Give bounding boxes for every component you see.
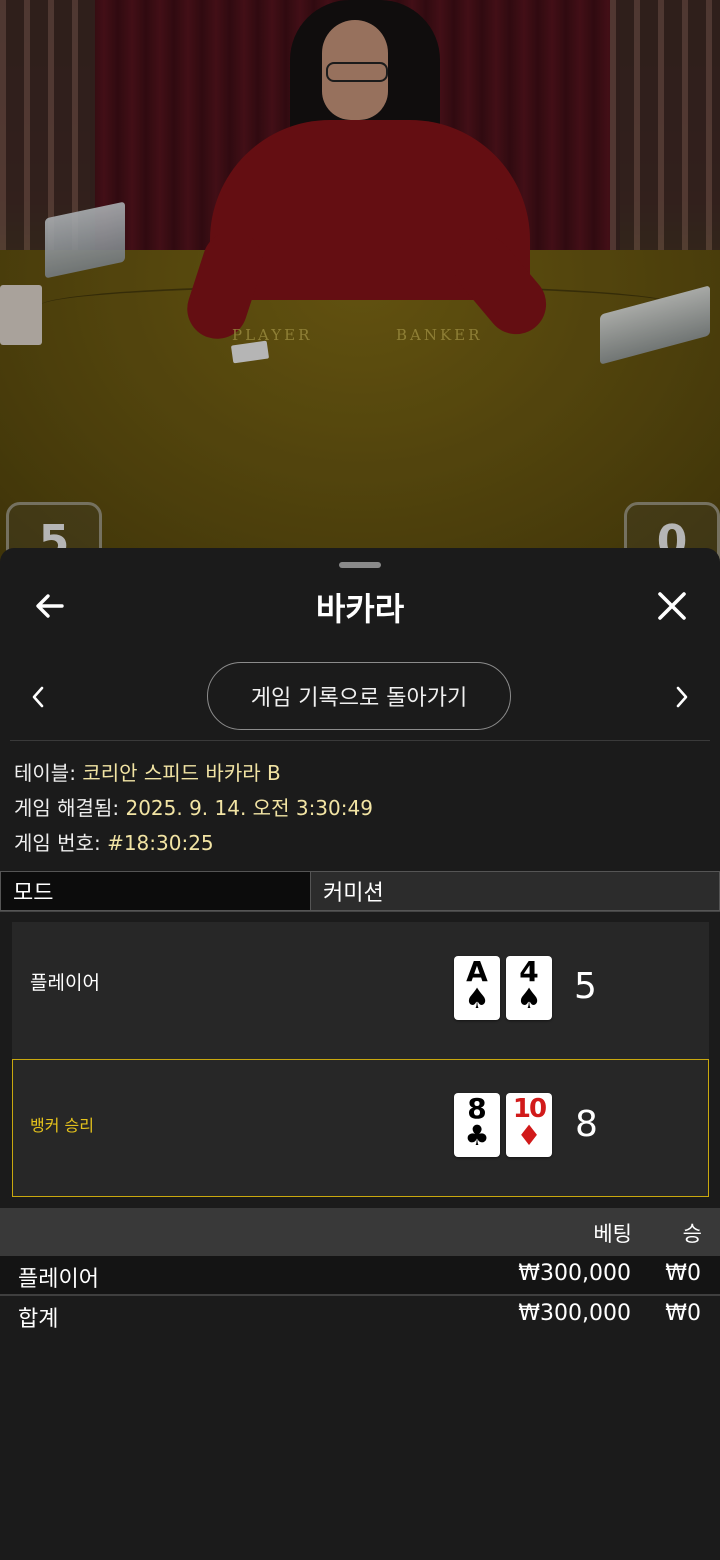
game-number-row: 게임 번호: #18:30:25 xyxy=(14,826,373,861)
playing-card: 8 ♣ xyxy=(454,1093,500,1157)
playing-card: 4 ♠ xyxy=(506,956,552,1020)
player-hand-total: 5 xyxy=(574,966,597,1007)
playing-card: 10 ♦ xyxy=(506,1093,552,1157)
game-info: 테이블: 코리안 스피드 바카라 B 게임 해결됨: 2025. 9. 14. … xyxy=(14,756,373,861)
total-bet-amount: ₩300,000 xyxy=(518,1301,631,1326)
table-value: 코리안 스피드 바카라 B xyxy=(82,761,281,785)
previous-game-button[interactable] xyxy=(22,676,54,718)
table-info-row: 테이블: 코리안 스피드 바카라 B xyxy=(14,756,373,791)
resolved-info-row: 게임 해결됨: 2025. 9. 14. 오전 3:30:49 xyxy=(14,791,373,826)
resolved-label: 게임 해결됨: xyxy=(14,796,120,820)
win-column-header: 승 xyxy=(682,1222,702,1246)
player-hand-label: 플레이어 xyxy=(30,972,100,994)
video-overlay xyxy=(0,0,720,570)
commission-column: 커미션 xyxy=(311,871,720,911)
divider xyxy=(10,740,710,741)
live-video-feed: PLAYER BANKER 5 0 xyxy=(0,0,720,570)
win-amount: ₩0 xyxy=(665,1261,701,1286)
spade-suit-icon: ♠ xyxy=(464,982,490,1015)
mode-header: 모드 커미션 xyxy=(0,871,720,911)
table-label: 테이블: xyxy=(14,761,76,785)
sheet-title: 바카라 xyxy=(315,590,405,628)
total-win-amount: ₩0 xyxy=(665,1301,701,1326)
resolved-value: 2025. 9. 14. 오전 3:30:49 xyxy=(125,796,373,820)
next-game-button[interactable] xyxy=(666,676,698,718)
playing-card: A ♠ xyxy=(454,956,500,1020)
spade-suit-icon: ♠ xyxy=(516,982,542,1015)
game-number-value: #18:30:25 xyxy=(107,831,214,855)
banker-win-label: 뱅커 승리 xyxy=(30,1116,94,1135)
banker-hand-row: 뱅커 승리 8 ♣ 10 ♦ 8 xyxy=(12,1059,709,1197)
back-to-history-button[interactable]: 게임 기록으로 돌아가기 xyxy=(207,662,511,730)
bet-name: 플레이어 xyxy=(18,1267,99,1292)
bet-amount: ₩300,000 xyxy=(518,1261,631,1286)
mode-column: 모드 xyxy=(0,871,311,911)
bets-table-header: 베팅 승 xyxy=(0,1208,720,1256)
close-button[interactable] xyxy=(648,582,696,630)
bet-column-header: 베팅 xyxy=(593,1222,632,1246)
chevron-right-icon xyxy=(676,686,688,708)
table-row: 플레이어 ₩300,000 ₩0 xyxy=(0,1256,720,1294)
mode-divider xyxy=(0,911,720,912)
banker-hand-total: 8 xyxy=(575,1104,598,1145)
player-hand-row: 플레이어 A ♠ 4 ♠ 5 xyxy=(12,922,709,1060)
diamond-suit-icon: ♦ xyxy=(516,1119,542,1152)
close-icon xyxy=(658,592,686,620)
total-row: 합계 ₩300,000 ₩0 xyxy=(0,1296,720,1334)
club-suit-icon: ♣ xyxy=(464,1119,490,1152)
sheet-drag-handle[interactable] xyxy=(339,562,381,568)
game-detail-sheet: 바카라 게임 기록으로 돌아가기 테이블: 코리안 스피드 바카라 B 게임 해… xyxy=(0,548,720,1560)
total-label: 합계 xyxy=(18,1307,59,1332)
chevron-left-icon xyxy=(32,686,44,708)
game-number-label: 게임 번호: xyxy=(14,831,101,855)
